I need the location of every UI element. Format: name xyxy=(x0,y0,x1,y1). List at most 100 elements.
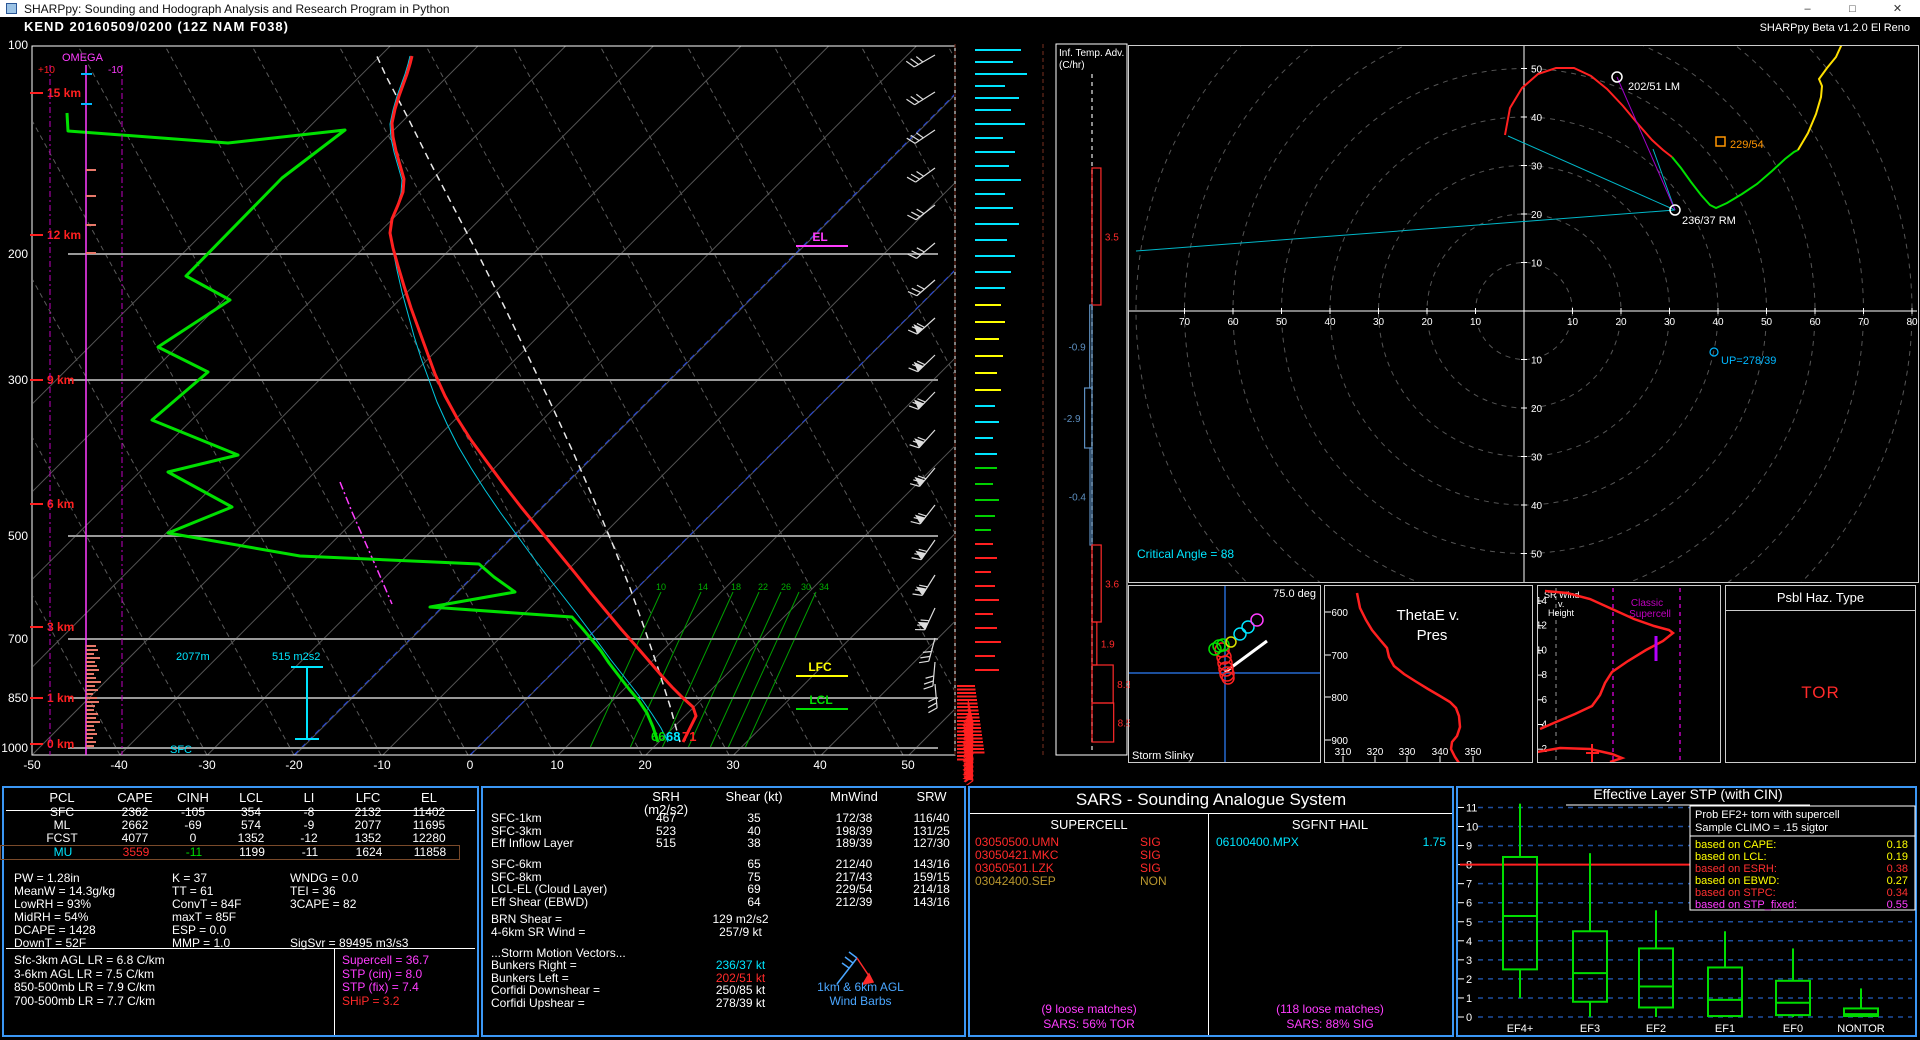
temp-adv-value: -0.4 xyxy=(1069,493,1087,504)
stp-panel[interactable]: Effective Layer STP (with CIN)0123456789… xyxy=(1456,786,1917,1037)
stp-prob-value: 0.55 xyxy=(1887,899,1908,911)
maximize-button[interactable]: □ xyxy=(1830,0,1875,17)
thetae-y-label: 800 xyxy=(1331,693,1348,704)
km-label: 12 km xyxy=(47,228,81,242)
skewt-panel[interactable]: 100200300500700850100015 km12 km9 km6 km… xyxy=(0,17,1130,785)
stp-prob-label: based on CAPE: xyxy=(1695,839,1776,851)
stp-category-label: EF0 xyxy=(1783,1023,1803,1035)
window-titlebar[interactable]: SHARPpy: Sounding and Hodograph Analysis… xyxy=(0,0,1920,17)
hazard-panel[interactable]: Psbl Haz. Type TOR xyxy=(1725,585,1916,763)
temp-adv-box xyxy=(1089,447,1093,546)
hodograph-panel[interactable]: 70 60 50 40 30 20 10 10 20 30 40 50 60 70 80 50 40 30 20 10… xyxy=(1128,45,1920,583)
sars-match[interactable]: 06100400.MPX 1.75 xyxy=(1216,836,1448,849)
close-button[interactable]: ✕ xyxy=(1875,0,1920,17)
sars-panel[interactable]: SARS - Sounding Analogue System SUPERCEL… xyxy=(968,786,1454,1037)
srwind-curve-low xyxy=(1537,746,1626,763)
pressure-label: 100 xyxy=(8,38,28,52)
wind-barb xyxy=(909,467,936,487)
isotherm-m20c xyxy=(293,94,954,755)
grid-line xyxy=(928,637,936,662)
kinematics-row: SFC-6km 65 212/40 143/16 xyxy=(491,857,950,871)
mixing-ratio-label: 10 xyxy=(656,582,666,592)
thetae-x-label: 350 xyxy=(1465,747,1482,758)
parcel-row-fcst: FCST 4077 0 1352 -12 1352 12280 xyxy=(46,831,446,845)
hodo-ring-label: 20 xyxy=(1615,317,1627,328)
srwind-panel[interactable]: SR Windv.HeightClassicSupercell141210864… xyxy=(1537,585,1721,763)
temp-adv-value: 3.6 xyxy=(1105,580,1119,591)
thetae-title: ThetaE v. xyxy=(1396,607,1459,624)
grid-line xyxy=(914,91,936,106)
barb-caption-1: 1km & 6km AGL xyxy=(817,980,904,994)
inflow-depth-label: 2077m xyxy=(176,651,210,663)
window-title: SHARPpy: Sounding and Hodograph Analysis… xyxy=(24,1,450,16)
stp-prob-value: 0.38 xyxy=(1887,863,1908,875)
storm-motion-line xyxy=(1135,135,1676,252)
temp-adv-box xyxy=(1091,664,1114,704)
sars-supercell-result: SARS: 56% TOR xyxy=(1043,1017,1135,1031)
km-label: 15 km xyxy=(47,86,81,100)
hazard-value: TOR xyxy=(1801,683,1840,702)
km-label: 1 km xyxy=(47,691,74,705)
srwind-y-label: 12 xyxy=(1537,621,1547,632)
sharppy-window: { "window": { "title": "SHARPpy: Soundin… xyxy=(0,0,1920,1040)
upshear-label: UP=278/39 xyxy=(1721,355,1776,367)
grid-line xyxy=(925,675,934,679)
hodo-ring-label: 40 xyxy=(1712,317,1724,328)
thermo-indices-col2: K = 37 TT = 61 ConvT = 84F maxT = 85F ESP = … xyxy=(172,871,242,950)
temp-axis-label: -30 xyxy=(198,758,216,772)
wind-barb xyxy=(907,204,936,221)
omega-minus-label: -10 xyxy=(108,65,123,76)
wind-barb xyxy=(910,504,936,525)
stp-category-label: EF2 xyxy=(1646,1023,1666,1035)
stp-y-label: 9 xyxy=(1466,841,1472,853)
stp-prob-label: based on LCL: xyxy=(1695,851,1767,863)
stp-y-label: 11 xyxy=(1466,802,1477,814)
stp-y-label: 2 xyxy=(1466,974,1472,986)
temp-adv-value: 3.5 xyxy=(1105,233,1119,244)
hodo-ring-label: 70 xyxy=(1179,317,1191,328)
stp-y-label: 4 xyxy=(1466,936,1472,948)
wind-barb xyxy=(914,607,936,631)
minimize-button[interactable]: – xyxy=(1785,0,1830,17)
dry-adiabat xyxy=(33,595,121,755)
thermo-panel[interactable]: PCL CAPE CINH LCL LI LFC EL SFC 2362 -105 354 -8 213… xyxy=(0,786,479,1037)
stp-y-label: 0 xyxy=(1466,1012,1472,1024)
dry-adiabat xyxy=(164,46,556,755)
lm-rm-line xyxy=(1616,76,1676,211)
wind-barb xyxy=(909,429,936,449)
hodo-ring-label: 50 xyxy=(1276,317,1288,328)
temp-axis-label: -10 xyxy=(373,758,391,772)
thetae-panel[interactable]: ThetaE v. Pres 600 700 800 900310 320 330 340 350 xyxy=(1324,585,1533,763)
stp-title: Effective Layer STP (with CIN) xyxy=(1593,786,1782,802)
stp-prob-label: based on STP_fixed: xyxy=(1695,899,1797,911)
temp-axis-label: -40 xyxy=(110,758,128,772)
isotherm xyxy=(33,46,391,404)
lfc-label: LFC xyxy=(808,660,832,674)
grid-line xyxy=(920,539,936,561)
sars-match[interactable]: 03042400.SEP NON xyxy=(975,875,1205,888)
stp-prob-label: based on STPC: xyxy=(1695,887,1776,899)
hodo-ring-label: 30 xyxy=(1373,317,1385,328)
wind-barb xyxy=(911,539,936,561)
storm-slinky-panel[interactable]: 75.0 deg Storm Slinky xyxy=(1128,585,1321,763)
sars-supercell-header: SUPERCELL xyxy=(1050,817,1128,832)
kinematics-row: Eff Shear (EBWD) 64 212/39 143/16 xyxy=(491,894,950,909)
mean-wind-marker[interactable] xyxy=(1715,136,1726,147)
sfc-label: SFC xyxy=(170,744,192,756)
mixing-ratio-label: 18 xyxy=(731,582,741,592)
thetae-y-label: 700 xyxy=(1331,651,1348,662)
left-mover-label: 202/51 LM xyxy=(1628,81,1680,93)
sars-supercell-matches: 03050500.UMN SIG 03050421.MKC SIG 03050501.L… xyxy=(975,836,1205,888)
wind-barb xyxy=(908,354,936,373)
stp-prob-label: based on EBWD: xyxy=(1695,875,1779,887)
temp-axis-label: 40 xyxy=(813,758,827,772)
hodo-ring-label: 30 xyxy=(1531,453,1543,464)
kinematics-panel[interactable]: SRH (m2/s2) Shear (kt) MnWind SRW SFC-1km 467… xyxy=(481,786,966,1037)
hodo-ring-label: 30 xyxy=(1531,162,1543,173)
temp-adv-value: -0.9 xyxy=(1068,343,1086,354)
wind-barb xyxy=(923,661,936,690)
isotherm-0c xyxy=(469,270,954,755)
dry-adiabat xyxy=(599,46,954,691)
lcl-label: LCL xyxy=(809,693,832,707)
thermo-indices-col3: WNDG = 0.0 TEI = 36 3CAPE = 82 SigSvr = 89… xyxy=(290,871,409,950)
